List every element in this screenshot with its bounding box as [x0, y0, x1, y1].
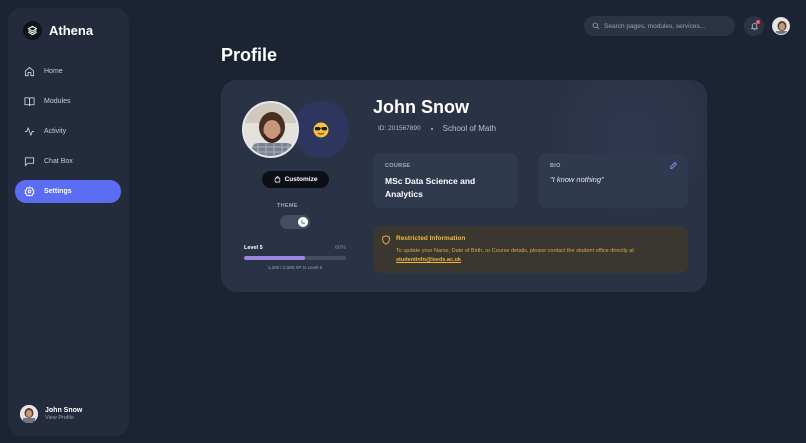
- theme-toggle[interactable]: [280, 215, 310, 229]
- restricted-info-notice: Restricted Information To update your Na…: [373, 226, 688, 273]
- school-name: School of Math: [442, 124, 497, 133]
- sunglasses-emoji-icon: [313, 122, 328, 137]
- sidebar-item-label: Chat Box: [44, 158, 73, 165]
- emoji-avatar[interactable]: [292, 101, 349, 158]
- user-avatar-button[interactable]: [772, 17, 790, 35]
- toggle-knob: [298, 217, 308, 227]
- brand[interactable]: Athena: [23, 21, 93, 40]
- sidebar: Athena Home Modules Activity Chat Box Se…: [8, 8, 129, 436]
- sidebar-item-activity[interactable]: Activity: [15, 120, 121, 143]
- notification-dot: [756, 20, 760, 24]
- level-progress-fill: [244, 256, 306, 260]
- profile-card: Customize THEME Level 5 60% 1,200 / 2,00…: [221, 80, 707, 292]
- app-name: Athena: [49, 23, 94, 38]
- level-progress-bar: [244, 256, 346, 260]
- bio-box: BIO "I know nothing": [538, 153, 688, 208]
- page-title: Profile: [221, 45, 278, 65]
- chat-icon: [24, 157, 35, 167]
- moon-icon: [300, 219, 306, 225]
- gear-icon: [24, 186, 35, 197]
- sidebar-item-modules[interactable]: Modules: [15, 90, 121, 113]
- sidebar-item-label: Modules: [44, 98, 71, 105]
- view-profile-link[interactable]: View Profile: [45, 415, 82, 421]
- bag-icon: [274, 176, 280, 183]
- home-icon: [24, 66, 35, 77]
- theme-label: THEME: [277, 203, 298, 209]
- activity-icon: [24, 127, 35, 136]
- student-id: ID: 201567890: [378, 125, 421, 132]
- avatar: [20, 405, 38, 423]
- sidebar-user-name: John Snow: [45, 407, 83, 414]
- search-bar[interactable]: [584, 16, 735, 36]
- sidebar-item-chat-box[interactable]: Chat Box: [15, 150, 121, 173]
- restricted-title: Restricted Information: [396, 235, 466, 242]
- sidebar-item-label: Settings: [44, 188, 72, 195]
- book-icon: [24, 97, 35, 107]
- customize-button[interactable]: Customize: [262, 171, 329, 188]
- sidebar-item-home[interactable]: Home: [15, 60, 121, 83]
- course-value: MSc Data Science and Analytics: [385, 176, 476, 199]
- sidebar-user[interactable]: John Snow View Profile: [20, 405, 82, 423]
- bio-value: "I know nothing": [550, 175, 604, 184]
- profile-meta: ID: 201567890 School of Math: [378, 124, 496, 133]
- sidebar-nav: Home Modules Activity Chat Box Settings: [15, 60, 121, 210]
- course-label: COURSE: [385, 163, 411, 169]
- layers-logo-icon: [23, 21, 42, 40]
- separator-dot: [430, 127, 433, 130]
- student-office-email-link[interactable]: studentinfo@leeds.ac.uk: [396, 257, 461, 263]
- sidebar-item-settings[interactable]: Settings: [15, 180, 121, 203]
- level-label: Level 5: [244, 245, 263, 251]
- customize-label: Customize: [284, 176, 318, 183]
- search-input[interactable]: [604, 22, 729, 30]
- sidebar-item-label: Home: [44, 68, 63, 75]
- restricted-text: To update your Name, Date of Birth, or C…: [396, 247, 681, 265]
- xp-text: 1,200 / 2,000 XP to Level 6: [267, 265, 323, 270]
- level-percent: 60%: [334, 245, 346, 251]
- pencil-icon[interactable]: [669, 161, 678, 170]
- profile-photo[interactable]: [242, 101, 299, 158]
- sidebar-item-label: Activity: [44, 128, 67, 135]
- profile-name: John Snow: [373, 97, 469, 117]
- restricted-message: To update your Name, Date of Birth, or C…: [396, 248, 634, 254]
- bio-label: BIO: [550, 163, 561, 169]
- notifications-button[interactable]: [744, 16, 764, 36]
- restricted-suffix: .: [460, 257, 463, 263]
- shield-icon: [382, 235, 390, 245]
- search-icon: [592, 22, 600, 30]
- course-box: COURSE MSc Data Science and Analytics: [373, 153, 518, 208]
